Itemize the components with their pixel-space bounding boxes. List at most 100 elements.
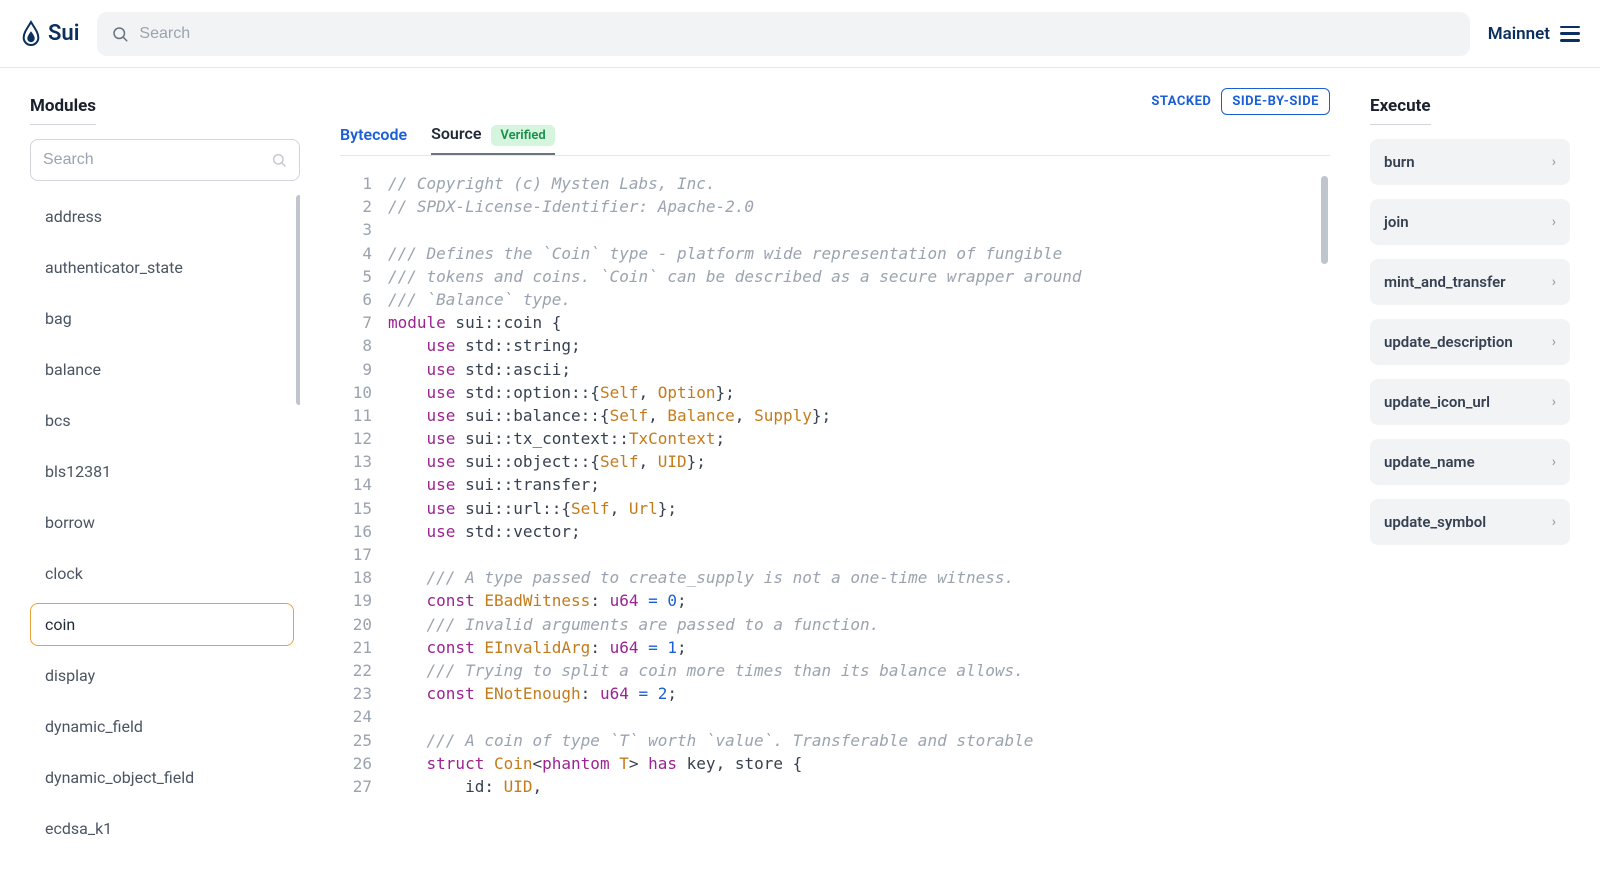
module-list[interactable]: address authenticator_statebag balance bcs b… (30, 195, 300, 872)
execute-heading: Execute (1370, 96, 1431, 125)
code-text: use sui::balance::{Self, Balance, Supply… (388, 404, 831, 427)
module-item-authenticator_state[interactable]: authenticator_state (30, 246, 294, 289)
brand-text: Sui (48, 21, 79, 46)
verified-badge: Verified (491, 125, 554, 146)
search-icon (271, 152, 287, 168)
execute-join[interactable]: join› (1370, 199, 1570, 245)
code-line: 21 const EInvalidArg: u64 = 1; (340, 636, 1330, 659)
execute-mint_and_transfer[interactable]: mint_and_transfer› (1370, 259, 1570, 305)
module-item-coin[interactable]: coin (30, 603, 294, 646)
code-text: use std::string; (388, 334, 581, 357)
line-number: 13 (340, 450, 388, 473)
network-selector[interactable]: Mainnet (1488, 24, 1580, 44)
line-number: 4 (340, 242, 388, 265)
line-number: 14 (340, 473, 388, 496)
module-item-clock[interactable]: clock (30, 552, 294, 595)
code-line: 20 /// Invalid arguments are passed to a… (340, 613, 1330, 636)
module-item-borrow[interactable]: borrow (30, 501, 294, 544)
code-text: struct Coin<phantom T> has key, store { (388, 752, 802, 775)
code-line: 13 use sui::object::{Self, UID}; (340, 450, 1330, 473)
line-number: 6 (340, 288, 388, 311)
code-line: 5/// tokens and coins. `Coin` can be des… (340, 265, 1330, 288)
code-line: 9 use std::ascii; (340, 358, 1330, 381)
network-label: Mainnet (1488, 24, 1550, 44)
execute-label: update_description (1384, 333, 1513, 351)
code-line: 11 use sui::balance::{Self, Balance, Sup… (340, 404, 1330, 427)
code-line: 3 (340, 218, 1330, 241)
module-item-balance[interactable]: balance (30, 348, 294, 391)
module-item-bls12381[interactable]: bls12381 (30, 450, 294, 493)
module-item-address[interactable]: address (30, 195, 294, 238)
execute-update_symbol[interactable]: update_symbol› (1370, 499, 1570, 545)
line-number: 9 (340, 358, 388, 381)
execute-burn[interactable]: burn› (1370, 139, 1570, 185)
code-text: /// Trying to split a coin more times th… (388, 659, 1024, 682)
line-number: 22 (340, 659, 388, 682)
menu-icon (1560, 26, 1580, 42)
line-number: 27 (340, 775, 388, 798)
line-number: 7 (340, 311, 388, 334)
execute-update_icon_url[interactable]: update_icon_url› (1370, 379, 1570, 425)
module-item-display[interactable]: display (30, 654, 294, 697)
module-item-bcs[interactable]: bcs (30, 399, 294, 442)
global-search-input[interactable] (139, 25, 1455, 43)
code-text: /// Defines the `Coin` type - platform w… (388, 242, 1062, 265)
line-number: 1 (340, 172, 388, 195)
view-stacked[interactable]: STACKED (1151, 94, 1211, 109)
execute-label: update_symbol (1384, 513, 1486, 531)
code-line: 22 /// Trying to split a coin more times… (340, 659, 1330, 682)
view-side-by-side[interactable]: SIDE-BY-SIDE (1221, 88, 1330, 115)
brand-logo[interactable]: Sui (20, 20, 79, 48)
module-item-ecdsa_r1[interactable]: ecdsa_r1 (30, 858, 294, 872)
code-text: /// tokens and coins. `Coin` can be desc… (388, 265, 1082, 288)
line-number: 24 (340, 705, 388, 728)
chevron-right-icon: › (1552, 334, 1556, 350)
source-code-panel[interactable]: 1// Copyright (c) Mysten Labs, Inc.2// S… (340, 172, 1330, 872)
code-line: 10 use std::option::{Self, Option}; (340, 381, 1330, 404)
modules-heading: Modules (30, 96, 96, 125)
execute-update_name[interactable]: update_name› (1370, 439, 1570, 485)
line-number: 5 (340, 265, 388, 288)
chevron-right-icon: › (1552, 154, 1556, 170)
tab-bytecode[interactable]: Bytecode (340, 125, 407, 154)
line-number: 2 (340, 195, 388, 218)
code-line: 19 const EBadWitness: u64 = 0; (340, 589, 1330, 612)
line-number: 15 (340, 497, 388, 520)
module-item-dynamic_field[interactable]: dynamic_field (30, 705, 294, 748)
module-item-ecdsa_k1[interactable]: ecdsa_k1 (30, 807, 294, 850)
module-search-input[interactable] (43, 151, 263, 169)
code-tabs: Bytecode Source Verified (340, 124, 1330, 156)
global-search[interactable] (97, 12, 1469, 56)
scrollbar-thumb[interactable] (1321, 176, 1328, 264)
tab-source[interactable]: Source Verified (431, 124, 555, 155)
code-line: 25 /// A coin of type `T` worth `value`.… (340, 729, 1330, 752)
execute-label: update_name (1384, 453, 1475, 471)
chevron-right-icon: › (1552, 274, 1556, 290)
line-number: 20 (340, 613, 388, 636)
tab-source-label: Source (431, 124, 481, 143)
sui-drop-icon (20, 20, 42, 48)
code-text: /// A coin of type `T` worth `value`. Tr… (388, 729, 1033, 752)
code-line: 4/// Defines the `Coin` type - platform … (340, 242, 1330, 265)
line-number: 17 (340, 543, 388, 566)
code-text: /// A type passed to create_supply is no… (388, 566, 1014, 589)
scrollbar-thumb[interactable] (296, 195, 300, 405)
line-number: 16 (340, 520, 388, 543)
code-line: 17 (340, 543, 1330, 566)
code-text: use std::option::{Self, Option}; (388, 381, 735, 404)
line-number: 18 (340, 566, 388, 589)
line-number: 23 (340, 682, 388, 705)
execute-label: update_icon_url (1384, 393, 1490, 411)
code-text: use std::vector; (388, 520, 581, 543)
code-text: const EBadWitness: u64 = 0; (388, 589, 687, 612)
code-text: use sui::tx_context::TxContext; (388, 427, 725, 450)
execute-update_description[interactable]: update_description › (1370, 319, 1570, 365)
module-item-dynamic_object_field[interactable]: dynamic_object_field (30, 756, 294, 799)
module-item-bag[interactable]: bag (30, 297, 294, 340)
line-number: 10 (340, 381, 388, 404)
line-number: 12 (340, 427, 388, 450)
line-number: 25 (340, 729, 388, 752)
module-search[interactable] (30, 139, 300, 181)
code-text: // SPDX-License-Identifier: Apache-2.0 (388, 195, 754, 218)
line-number: 19 (340, 589, 388, 612)
